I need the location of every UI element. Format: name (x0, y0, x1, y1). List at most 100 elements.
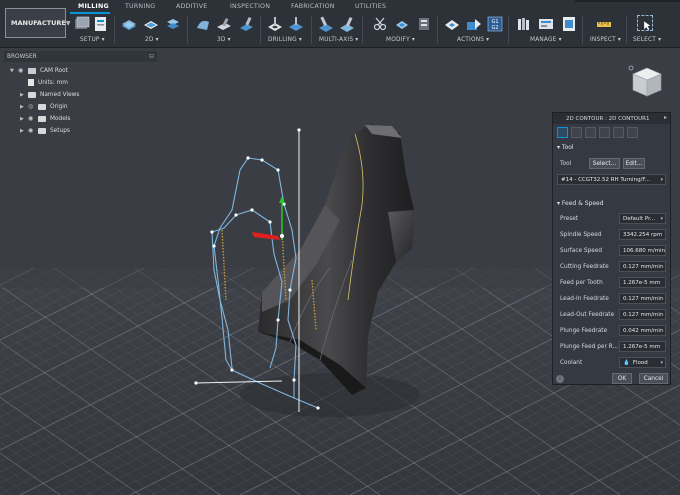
tab-linking[interactable] (613, 127, 624, 138)
modify-scissors-icon[interactable] (372, 16, 388, 32)
nc-program-icon[interactable] (93, 16, 109, 32)
feed-per-tooth-input[interactable]: 1.267e-5 mm (619, 277, 666, 288)
bore-icon[interactable] (288, 16, 304, 32)
group-2d-label[interactable]: 2D ▾ (145, 37, 159, 43)
tool-select-button[interactable]: Select... (589, 158, 620, 169)
chevron-down-icon: ▼ (65, 19, 71, 27)
close-icon[interactable]: ▸ (664, 114, 667, 121)
3d-parallel-icon[interactable] (238, 16, 254, 32)
collapse-panel-icon[interactable]: ⊟ (149, 53, 154, 60)
tab-inspection[interactable]: INSPECTION (230, 3, 270, 10)
preset-label: Preset (560, 216, 579, 222)
group-actions-label[interactable]: ACTIONS ▾ (457, 37, 489, 43)
tab-turning[interactable]: TURNING (125, 3, 155, 10)
eye-icon[interactable]: ◉ (28, 115, 38, 122)
view-cube[interactable] (625, 62, 665, 102)
dialog-tabs (557, 127, 638, 138)
preset-dropdown[interactable]: Default Pr... ▾ (619, 213, 666, 224)
tree-item-named-views[interactable]: ▶ Named Views (20, 89, 79, 100)
chevron-right-icon[interactable]: ▶ (20, 92, 28, 98)
spindle-speed-input[interactable]: 3342.254 rpm (619, 229, 666, 240)
group-actions-text: ACTIONS (457, 37, 485, 43)
group-multi-axis-label[interactable]: MULTI-AXIS ▾ (319, 37, 358, 43)
chevron-down-icon[interactable]: ▼ (10, 68, 18, 74)
group-multi-axis-text: MULTI-AXIS (319, 37, 354, 43)
group-setup-label[interactable]: SETUP ▾ (80, 37, 105, 43)
info-icon[interactable]: i (556, 375, 564, 383)
chevron-right-icon[interactable]: ▶ (20, 128, 28, 134)
tab-utilities[interactable]: UTILITIES (355, 3, 386, 10)
multi-axis-contour-icon[interactable] (339, 16, 355, 32)
g1g2-icon[interactable]: G1 G2 (487, 16, 503, 32)
surface-speed-label: Surface Speed (560, 248, 603, 254)
coolant-dropdown[interactable]: 💧 Flood ▾ (619, 357, 666, 368)
tree-item-units[interactable]: Units: mm (28, 77, 68, 88)
tab-geometry[interactable] (571, 127, 582, 138)
tree-item-label: Named Views (40, 91, 80, 98)
measure-icon[interactable] (596, 16, 612, 32)
group-select-label[interactable]: SELECT ▾ (633, 37, 661, 43)
tree-item-models[interactable]: ▶ ◉ Models (20, 113, 70, 124)
eye-icon[interactable]: ◉ (28, 127, 38, 134)
pattern-icon[interactable] (394, 16, 410, 32)
workspace-label: MANUFACTURE (11, 19, 66, 27)
tab-post[interactable] (627, 127, 638, 138)
template-library-icon[interactable] (538, 16, 554, 32)
2d-contour-icon[interactable] (143, 16, 159, 32)
tab-additive[interactable]: ADDITIVE (176, 3, 207, 10)
tool-section-header[interactable]: ▾ Tool (557, 144, 574, 151)
2d-pocket-icon[interactable] (121, 16, 137, 32)
tab-heights[interactable] (585, 127, 596, 138)
group-drilling-label[interactable]: DRILLING ▾ (268, 37, 302, 43)
surface-speed-input[interactable]: 106.680 m/min (619, 245, 666, 256)
folder-icon (38, 115, 46, 122)
ok-button[interactable]: OK (612, 373, 632, 384)
select-window-icon[interactable] (637, 15, 653, 31)
tool-dropdown[interactable]: #14 - CCGT32.52 RH Turning/F... ▾ (557, 174, 666, 185)
browser-header[interactable]: BROWSER ⊟ (4, 51, 157, 62)
toolbar-divider (582, 16, 583, 44)
tree-item-cam-root[interactable]: ▼ ◉ CAM Root (10, 65, 68, 76)
tab-passes[interactable] (599, 127, 610, 138)
group-modify-label[interactable]: MODIFY ▾ (386, 37, 415, 43)
tab-tool[interactable] (557, 127, 568, 138)
cancel-button[interactable]: Cancel (639, 373, 668, 384)
tree-item-setups[interactable]: ▶ ◉ Setups (20, 125, 70, 136)
toolbar-divider (187, 16, 188, 44)
cam-root-icon (28, 67, 36, 74)
3d-pocket-icon[interactable] (216, 16, 232, 32)
drill-icon[interactable] (267, 16, 283, 32)
3d-adaptive-icon[interactable] (195, 16, 211, 32)
plunge-feed-per-rev-input[interactable]: 1.267e-5 mm (619, 341, 666, 352)
post-library-icon[interactable] (561, 16, 577, 32)
cutting-feedrate-input[interactable]: 0.127 mm/min (619, 261, 666, 272)
lead-in-feedrate-input[interactable]: 0.127 mm/min (619, 293, 666, 304)
group-3d-label[interactable]: 3D ▾ (217, 37, 231, 43)
tab-fabrication[interactable]: FABRICATION (291, 3, 335, 10)
feed-section-header[interactable]: ▾ Feed & Speed (557, 200, 604, 207)
lead-out-feedrate-input[interactable]: 0.127 mm/min (619, 309, 666, 320)
plunge-feedrate-input[interactable]: 0.042 mm/min (619, 325, 666, 336)
eye-icon[interactable]: ◉ (18, 67, 28, 74)
manual-nc-icon[interactable] (416, 16, 432, 32)
chevron-down-icon: ▾ (660, 176, 663, 183)
chevron-right-icon[interactable]: ▶ (20, 104, 28, 110)
tree-item-origin[interactable]: ▶ ◎ Origin (20, 101, 68, 112)
tool-library-icon[interactable] (516, 16, 532, 32)
tool-label: Tool (560, 161, 572, 167)
swarf-icon[interactable] (318, 16, 334, 32)
group-manage-label[interactable]: MANAGE ▾ (530, 37, 562, 43)
workspace-switcher-button[interactable]: MANUFACTURE ▼ (5, 8, 71, 38)
tab-milling[interactable]: MILLING (78, 3, 109, 10)
chevron-right-icon[interactable]: ▶ (20, 116, 28, 122)
group-inspect-label[interactable]: INSPECT ▾ (590, 37, 621, 43)
post-process-icon[interactable] (466, 16, 482, 32)
dialog-title-bar[interactable]: 2D CONTOUR : 2D CONTOUR1 (553, 113, 670, 124)
2d-adaptive-icon[interactable] (165, 16, 181, 32)
toolbar-divider (114, 16, 115, 44)
eye-hidden-icon[interactable]: ◎ (28, 103, 38, 110)
setup-icon[interactable] (74, 16, 90, 32)
tool-edit-button[interactable]: Edit... (623, 158, 645, 169)
simulate-icon[interactable] (444, 16, 460, 32)
group-inspect-text: INSPECT (590, 37, 616, 43)
